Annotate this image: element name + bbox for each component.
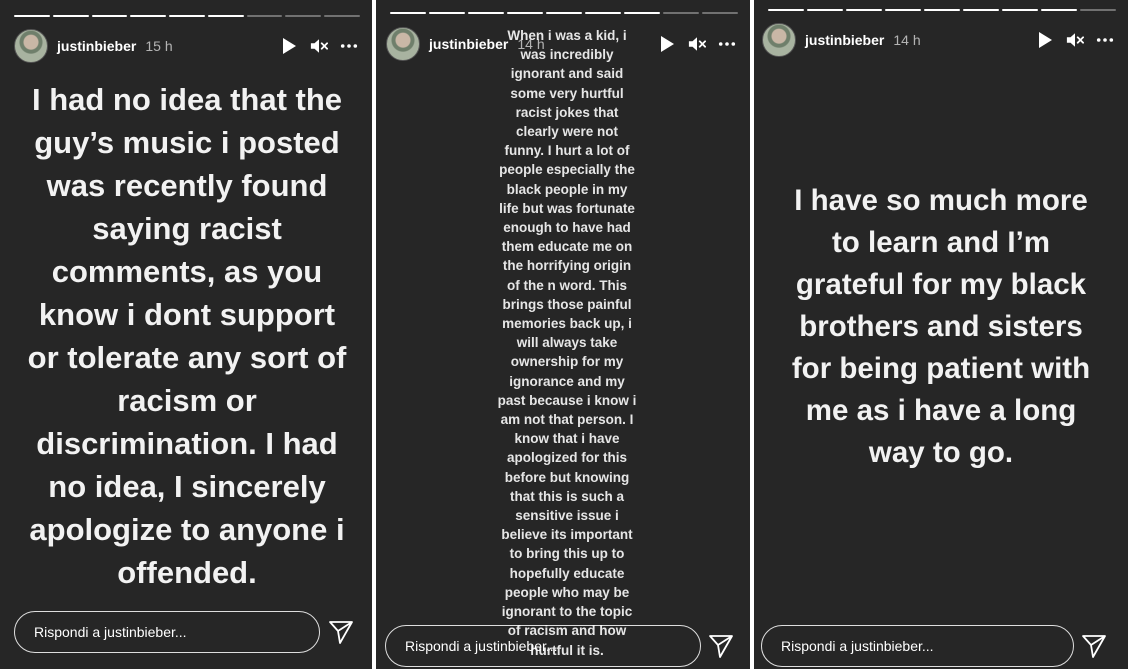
more-icon[interactable] — [718, 35, 736, 53]
story-controls — [280, 37, 358, 55]
story-panel-3: justinbieber 14 h I have so much more to… — [754, 0, 1128, 669]
progress-segment — [429, 12, 465, 14]
progress-segment — [924, 9, 960, 11]
username[interactable]: justinbieber — [57, 38, 136, 54]
progress-segment — [324, 15, 361, 17]
progress-segment — [285, 15, 322, 17]
send-icon[interactable] — [327, 618, 355, 646]
avatar[interactable] — [14, 29, 48, 63]
mute-icon[interactable] — [310, 37, 328, 55]
send-icon[interactable] — [707, 632, 735, 660]
progress-segment — [169, 15, 205, 17]
progress-segment — [585, 12, 621, 14]
more-icon[interactable] — [340, 37, 358, 55]
progress-segment — [807, 9, 843, 11]
username[interactable]: justinbieber — [805, 32, 884, 48]
mute-icon[interactable] — [1066, 31, 1084, 49]
story-panel-2: justinbieber 14 h When i was a kid, i wa… — [376, 0, 750, 669]
reply-input[interactable]: Rispondi a justinbieber... — [385, 625, 701, 667]
avatar[interactable] — [386, 27, 420, 61]
play-icon[interactable] — [658, 35, 676, 53]
progress-segment — [207, 15, 244, 17]
story-progress-bar — [768, 9, 1116, 11]
progress-segment — [768, 9, 804, 11]
story-progress-bar — [390, 12, 738, 14]
play-icon[interactable] — [1036, 31, 1054, 49]
more-icon[interactable] — [1096, 31, 1114, 49]
progress-segment — [507, 12, 543, 14]
story-panel-1: justinbieber 15 h I had no idea that the… — [0, 0, 372, 669]
timestamp: 14 h — [893, 32, 921, 48]
progress-segment — [846, 9, 882, 11]
avatar[interactable] — [762, 23, 796, 57]
progress-segment — [130, 15, 167, 17]
progress-segment — [1041, 9, 1077, 11]
progress-segment — [390, 12, 426, 14]
progress-segment — [468, 12, 504, 14]
story-controls — [658, 35, 736, 53]
progress-segment — [91, 15, 128, 17]
progress-segment — [14, 15, 50, 17]
play-icon[interactable] — [280, 37, 298, 55]
story-controls — [1036, 31, 1114, 49]
story-header: justinbieber 15 h — [14, 29, 358, 63]
progress-segment — [663, 12, 699, 14]
send-icon[interactable] — [1080, 632, 1108, 660]
progress-segment — [624, 12, 660, 14]
progress-segment — [885, 9, 921, 11]
reply-input[interactable]: Rispondi a justinbieber... — [14, 611, 320, 653]
story-text: I had no idea that the guy’s music i pos… — [27, 82, 347, 590]
progress-segment — [963, 9, 999, 11]
progress-segment — [246, 15, 283, 17]
timestamp: 15 h — [145, 38, 173, 54]
story-text: I have so much more to learn and I’m gra… — [791, 184, 1091, 469]
progress-segment — [52, 15, 89, 17]
reply-input[interactable]: Rispondi a justinbieber... — [761, 625, 1074, 667]
progress-segment — [702, 12, 738, 14]
progress-segment — [1080, 9, 1116, 11]
mute-icon[interactable] — [688, 35, 706, 53]
story-text: When i was a kid, i was incredibly ignor… — [497, 28, 637, 658]
progress-segment — [546, 12, 582, 14]
story-progress-bar — [14, 15, 361, 17]
progress-segment — [1002, 9, 1038, 11]
story-header: justinbieber 14 h — [762, 23, 1114, 57]
